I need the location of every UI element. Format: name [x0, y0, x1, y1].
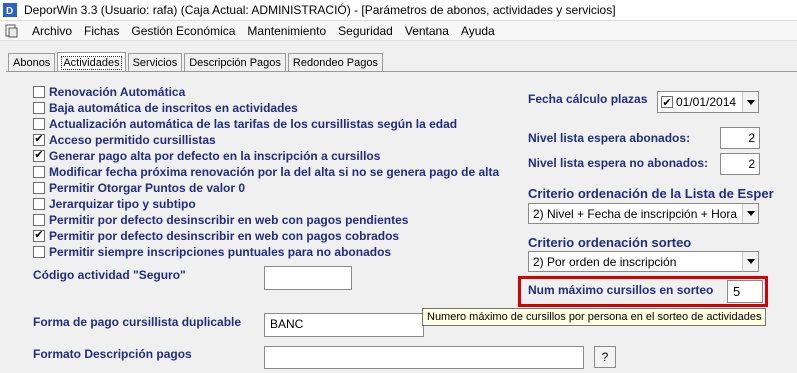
checkbox[interactable]	[33, 165, 45, 178]
option-inscripciones-puntuales[interactable]: Permitir siempre inscripciones puntuales…	[33, 244, 391, 259]
option-renovacion-automatica[interactable]: Renovación Automática	[33, 84, 185, 99]
num-max-cursillos-input[interactable]: 5	[727, 280, 763, 303]
chevron-down-icon[interactable]	[742, 252, 758, 271]
window-title: DeporWin 3.3 (Usuario: rafa) (Caja Actua…	[24, 3, 616, 17]
seguro-label: Código actividad "Seguro"	[33, 268, 186, 282]
option-acceso-cursillistas[interactable]: ✔ Acceso permitido cursillistas	[33, 132, 216, 147]
checkbox-checked[interactable]: ✔	[33, 229, 45, 242]
option-label: Renovación Automática	[49, 84, 186, 99]
tab-abonos-label: Abonos	[13, 57, 51, 69]
chevron-down-icon[interactable]	[742, 204, 758, 223]
menu-ventana[interactable]: Ventana	[399, 24, 455, 38]
tab-servicios[interactable]: Servicios	[127, 53, 183, 72]
option-label: Baja automática de inscritos en activida…	[49, 100, 298, 115]
checkbox[interactable]	[33, 85, 45, 98]
criterio-lista-espera-select[interactable]: 2) Nivel + Fecha de inscripción + Hora	[528, 203, 759, 224]
checkbox-checked[interactable]: ✔	[33, 133, 45, 146]
nivel-no-abonados-label: Nivel lista espera no abonados:	[528, 156, 709, 170]
fecha-checkbox-checked[interactable]: ✔	[661, 96, 673, 109]
criterio-sorteo-value: 2) Por orden de inscripción	[533, 254, 677, 269]
option-desinscribir-pendientes[interactable]: Permitir por defecto desinscribir en web…	[33, 212, 408, 227]
option-generar-pago-alta[interactable]: ✔ Generar pago alta por defecto en la in…	[33, 148, 380, 163]
fecha-calculo-label: Fecha cálculo plazas	[528, 92, 648, 106]
formato-descripcion-label: Formato Descripción pagos	[33, 347, 192, 361]
nivel-abonados-input[interactable]: 2	[720, 127, 760, 149]
criterio-sorteo-select[interactable]: 2) Por orden de inscripción	[528, 251, 759, 272]
option-desinscribir-cobrados[interactable]: ✔ Permitir por defecto desinscribir en w…	[33, 228, 399, 243]
menu-gestion-economica[interactable]: Gestión Económica	[125, 24, 241, 38]
forma-pago-label: Forma de pago cursillista duplicable	[33, 315, 242, 329]
svg-text:D: D	[6, 6, 13, 17]
menu-mantenimiento[interactable]: Mantenimiento	[241, 24, 332, 38]
tab-strip: Abonos Actividades Servicios Descripción…	[8, 51, 385, 73]
tab-abonos[interactable]: Abonos	[8, 53, 56, 72]
menu-bar: Archivo Fichas Gestión Económica Manteni…	[0, 21, 797, 41]
option-label: Jerarquizar tipo y subtipo	[49, 196, 196, 211]
tab-descripcion-pagos[interactable]: Descripción Pagos	[184, 53, 286, 72]
option-label: Acceso permitido cursillistas	[49, 132, 216, 147]
option-label: Permitir por defecto desinscribir en web…	[49, 228, 400, 243]
seguro-input[interactable]	[264, 266, 352, 290]
menu-seguridad[interactable]: Seguridad	[332, 24, 399, 38]
title-bar: D DeporWin 3.3 (Usuario: rafa) (Caja Act…	[0, 0, 797, 21]
tab-redondeo-pagos-label: Redondeo Pagos	[292, 57, 378, 69]
help-button[interactable]: ?	[594, 346, 616, 368]
document-system-menu-icon[interactable]	[4, 24, 18, 38]
option-label: Permitir por defecto desinscribir en web…	[49, 212, 409, 227]
fecha-calculo-picker[interactable]: ✔ 01/01/2014	[657, 91, 759, 113]
checkbox[interactable]	[33, 181, 45, 194]
tab-actividades-label: Actividades	[61, 56, 122, 70]
checkbox[interactable]	[33, 245, 45, 258]
option-label: Generar pago alta por defecto en la insc…	[49, 148, 381, 163]
menu-archivo[interactable]: Archivo	[26, 24, 78, 38]
help-button-label: ?	[601, 350, 609, 364]
app-logo-icon: D	[2, 2, 18, 18]
tab-descripcion-pagos-label: Descripción Pagos	[189, 57, 281, 69]
option-jerarquizar[interactable]: Jerarquizar tipo y subtipo	[33, 196, 196, 211]
option-baja-automatica[interactable]: Baja automática de inscritos en activida…	[33, 100, 298, 115]
option-actualizacion-tarifas[interactable]: Actualización automática de las tarifas …	[33, 116, 457, 131]
fecha-value: 01/01/2014	[676, 95, 737, 109]
option-modificar-fecha-renovacion[interactable]: Modificar fecha próxima renovación por l…	[33, 164, 499, 179]
criterio-sorteo-label: Criterio ordenación sorteo	[528, 235, 692, 250]
checkbox-checked[interactable]: ✔	[33, 149, 45, 162]
criterio-lista-espera-value: 2) Nivel + Fecha de inscripción + Hora	[533, 206, 738, 221]
chevron-down-icon[interactable]	[742, 92, 758, 112]
option-label: Permitir Otorgar Puntos de valor 0	[49, 180, 246, 195]
option-label: Permitir siempre inscripciones puntuales…	[49, 244, 392, 259]
formato-descripcion-input[interactable]	[264, 346, 584, 369]
forma-pago-input[interactable]: BANC	[264, 313, 424, 337]
num-max-cursillos-label: Num máximo cursillos en sorteo	[528, 283, 714, 297]
tooltip: Numero máximo de cursillos por persona e…	[422, 308, 767, 326]
checkbox[interactable]	[33, 213, 45, 226]
checkbox[interactable]	[33, 197, 45, 210]
nivel-abonados-label: Nivel lista espera abonados:	[528, 131, 691, 145]
menu-fichas[interactable]: Fichas	[78, 24, 125, 38]
checkbox[interactable]	[33, 117, 45, 130]
option-label: Modificar fecha próxima renovación por l…	[49, 164, 500, 179]
menu-ayuda[interactable]: Ayuda	[455, 24, 501, 38]
checkbox[interactable]	[33, 101, 45, 114]
tab-actividades[interactable]: Actividades	[57, 52, 126, 73]
tab-servicios-label: Servicios	[132, 57, 178, 69]
option-otorgar-puntos[interactable]: Permitir Otorgar Puntos de valor 0	[33, 180, 245, 195]
criterio-lista-espera-label: Criterio ordenación de la Lista de Esper	[528, 186, 774, 201]
tab-redondeo-pagos[interactable]: Redondeo Pagos	[287, 53, 383, 72]
option-label: Actualización automática de las tarifas …	[49, 116, 458, 131]
nivel-no-abonados-input[interactable]: 2	[720, 153, 760, 175]
